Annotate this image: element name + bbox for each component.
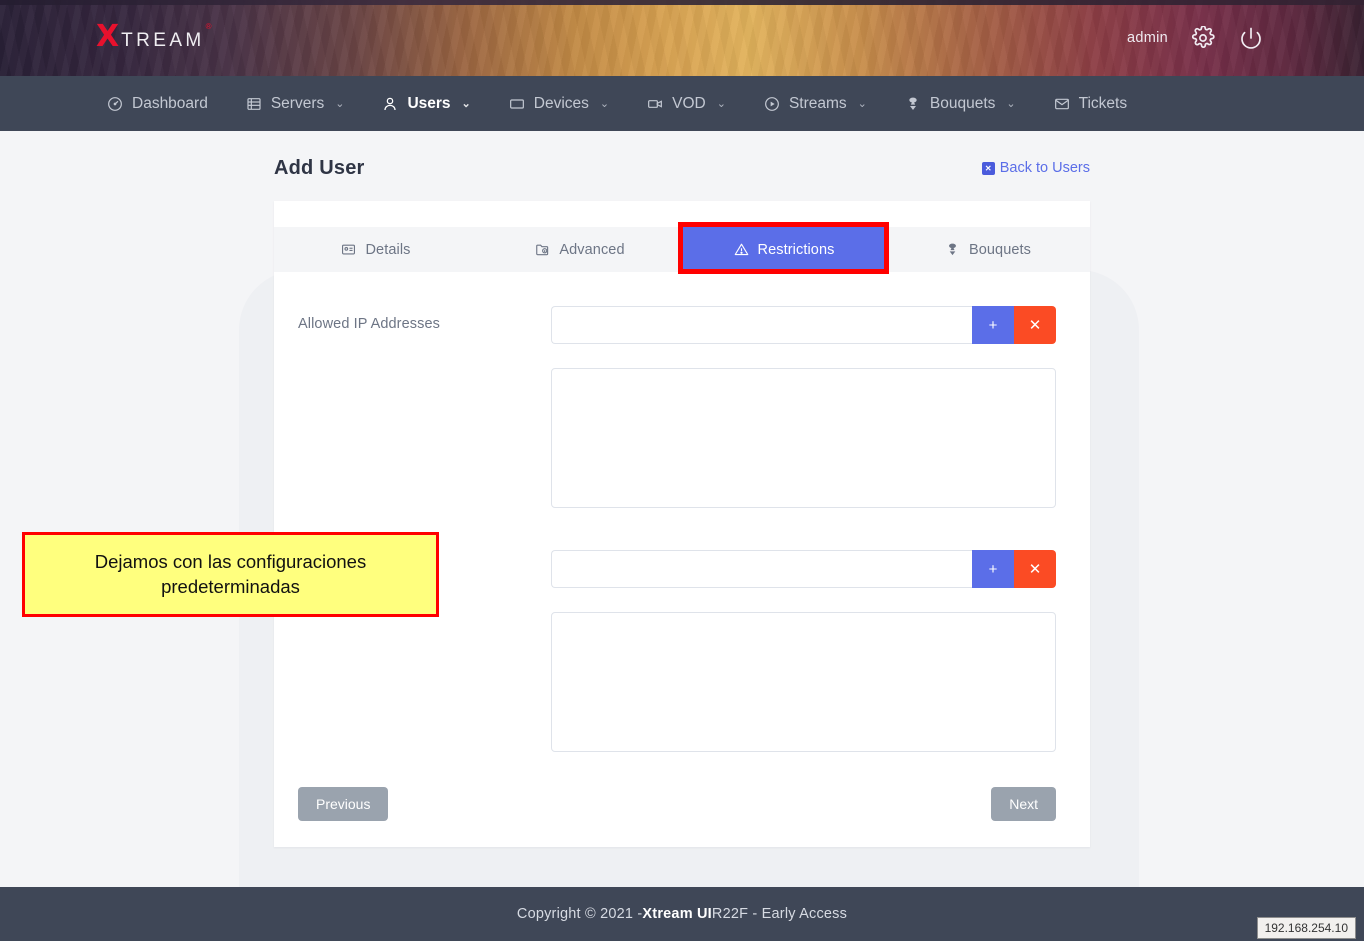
add-user-card: Details Advanced Restrictions Bouquets A… — [274, 201, 1090, 847]
add-user-agent-button[interactable]: + — [972, 550, 1014, 588]
tab-bouquets[interactable]: Bouquets — [886, 227, 1090, 272]
footer-suffix: R22F - Early Access — [711, 906, 848, 922]
allowed-ip-row: Allowed IP Addresses + ✕ — [298, 306, 1056, 513]
id-card-icon — [341, 242, 356, 257]
close-icon: ✕ — [981, 161, 995, 175]
allowed-ua-list-textarea[interactable] — [551, 612, 1056, 752]
nav-item-devices[interactable]: Devices ⌄ — [490, 76, 628, 131]
user-icon — [382, 96, 398, 112]
page-footer: Copyright © 2021 - Xtream UI R22F - Earl… — [0, 887, 1364, 941]
chevron-down-icon: ⌄ — [1006, 98, 1016, 110]
nav-label: Servers — [270, 94, 325, 112]
nav-label: Users — [407, 94, 451, 112]
dashboard-icon — [107, 96, 123, 112]
nav-item-tickets[interactable]: Tickets — [1035, 76, 1147, 131]
allowed-ip-input[interactable] — [551, 306, 972, 344]
chevron-down-icon: ⌄ — [716, 98, 726, 110]
status-bar-url: 192.168.254.10 — [1256, 917, 1356, 939]
folder-info-icon — [535, 242, 550, 257]
page-title: Add User — [274, 156, 365, 179]
content-wrapper: Add User ✕ Back to Users Details Advance… — [274, 131, 1090, 847]
nav-item-vod[interactable]: VOD ⌄ — [628, 76, 745, 131]
wizard-tabs: Details Advanced Restrictions Bouquets — [274, 222, 1090, 274]
brand-header: X TREAM ® admin — [0, 0, 1364, 76]
allowed-user-agents-input[interactable] — [551, 550, 972, 588]
allowed-ip-control: + ✕ — [551, 306, 1056, 513]
previous-button[interactable]: Previous — [298, 787, 389, 821]
allowed-ua-input-group: + ✕ — [551, 550, 1056, 588]
header-actions: admin — [1127, 0, 1264, 76]
tab-label: Details — [365, 241, 411, 258]
annotation-text: Dejamos con las configuraciones predeter… — [94, 550, 367, 597]
nav-label: VOD — [672, 94, 706, 112]
page-header: Add User ✕ Back to Users — [274, 147, 1090, 189]
allowed-ip-label: Allowed IP Addresses — [298, 316, 440, 332]
allowed-ip-list-textarea[interactable] — [551, 368, 1056, 508]
tab-label: Restrictions — [757, 241, 835, 258]
xtream-logo[interactable]: X TREAM ® — [96, 22, 212, 52]
nav-item-servers[interactable]: Servers ⌄ — [227, 76, 364, 131]
app-window: X TREAM ® admin Dashboard Servers ⌄ User… — [0, 0, 1364, 941]
nav-label: Devices — [533, 94, 589, 112]
nav-item-bouquets[interactable]: Bouquets ⌄ — [886, 76, 1035, 131]
logo-trademark: ® — [205, 22, 212, 31]
add-ip-button[interactable]: + — [972, 306, 1014, 344]
current-username[interactable]: admin — [1127, 30, 1168, 46]
power-icon[interactable] — [1238, 25, 1264, 51]
warning-triangle-icon — [734, 242, 749, 257]
logo-wordmark: TREAM — [121, 30, 205, 51]
tab-label: Bouquets — [968, 241, 1032, 258]
tab-restrictions[interactable]: Restrictions — [682, 227, 886, 272]
device-icon — [509, 96, 525, 112]
chevron-down-icon: ⌄ — [335, 98, 345, 110]
logo-x-mark: X — [96, 19, 120, 54]
annotation-note: Dejamos con las configuraciones predeter… — [22, 532, 439, 617]
nav-item-dashboard[interactable]: Dashboard — [88, 76, 227, 131]
gear-icon[interactable] — [1190, 25, 1216, 51]
stream-icon — [764, 96, 780, 112]
video-icon — [647, 96, 663, 112]
tab-advanced[interactable]: Advanced — [478, 227, 682, 272]
nav-item-users[interactable]: Users ⌄ — [363, 76, 489, 131]
tab-details[interactable]: Details — [274, 227, 478, 272]
bouquet-icon — [945, 242, 960, 257]
back-to-users-link[interactable]: ✕ Back to Users — [981, 160, 1090, 176]
card-top-strip — [274, 201, 1090, 227]
clear-user-agent-button[interactable]: ✕ — [1014, 550, 1056, 588]
next-button[interactable]: Next — [991, 787, 1056, 821]
allowed-ip-input-group: + ✕ — [551, 306, 1056, 344]
nav-label: Dashboard — [132, 94, 208, 112]
nav-label: Bouquets — [929, 94, 996, 112]
nav-item-streams[interactable]: Streams ⌄ — [745, 76, 886, 131]
main-navigation: Dashboard Servers ⌄ Users ⌄ Devices ⌄ VO… — [0, 76, 1364, 140]
chevron-down-icon: ⌄ — [461, 98, 471, 110]
bouquet-icon — [905, 96, 921, 112]
nav-label: Streams — [788, 94, 847, 112]
clear-ip-button[interactable]: ✕ — [1014, 306, 1056, 344]
nav-label: Tickets — [1078, 94, 1128, 112]
chevron-down-icon: ⌄ — [599, 98, 610, 110]
allowed-ua-control: + ✕ — [551, 550, 1056, 757]
back-link-label: Back to Users — [999, 160, 1090, 176]
footer-prefix: Copyright © 2021 - — [516, 906, 643, 922]
wizard-navigation: Previous Next — [298, 787, 1056, 821]
chevron-down-icon: ⌄ — [857, 98, 867, 110]
mail-icon — [1054, 96, 1070, 112]
footer-brand: Xtream UI — [642, 906, 712, 922]
main-content: Add User ✕ Back to Users Details Advance… — [0, 131, 1364, 887]
servers-icon — [246, 96, 262, 112]
tab-label: Advanced — [559, 241, 625, 258]
